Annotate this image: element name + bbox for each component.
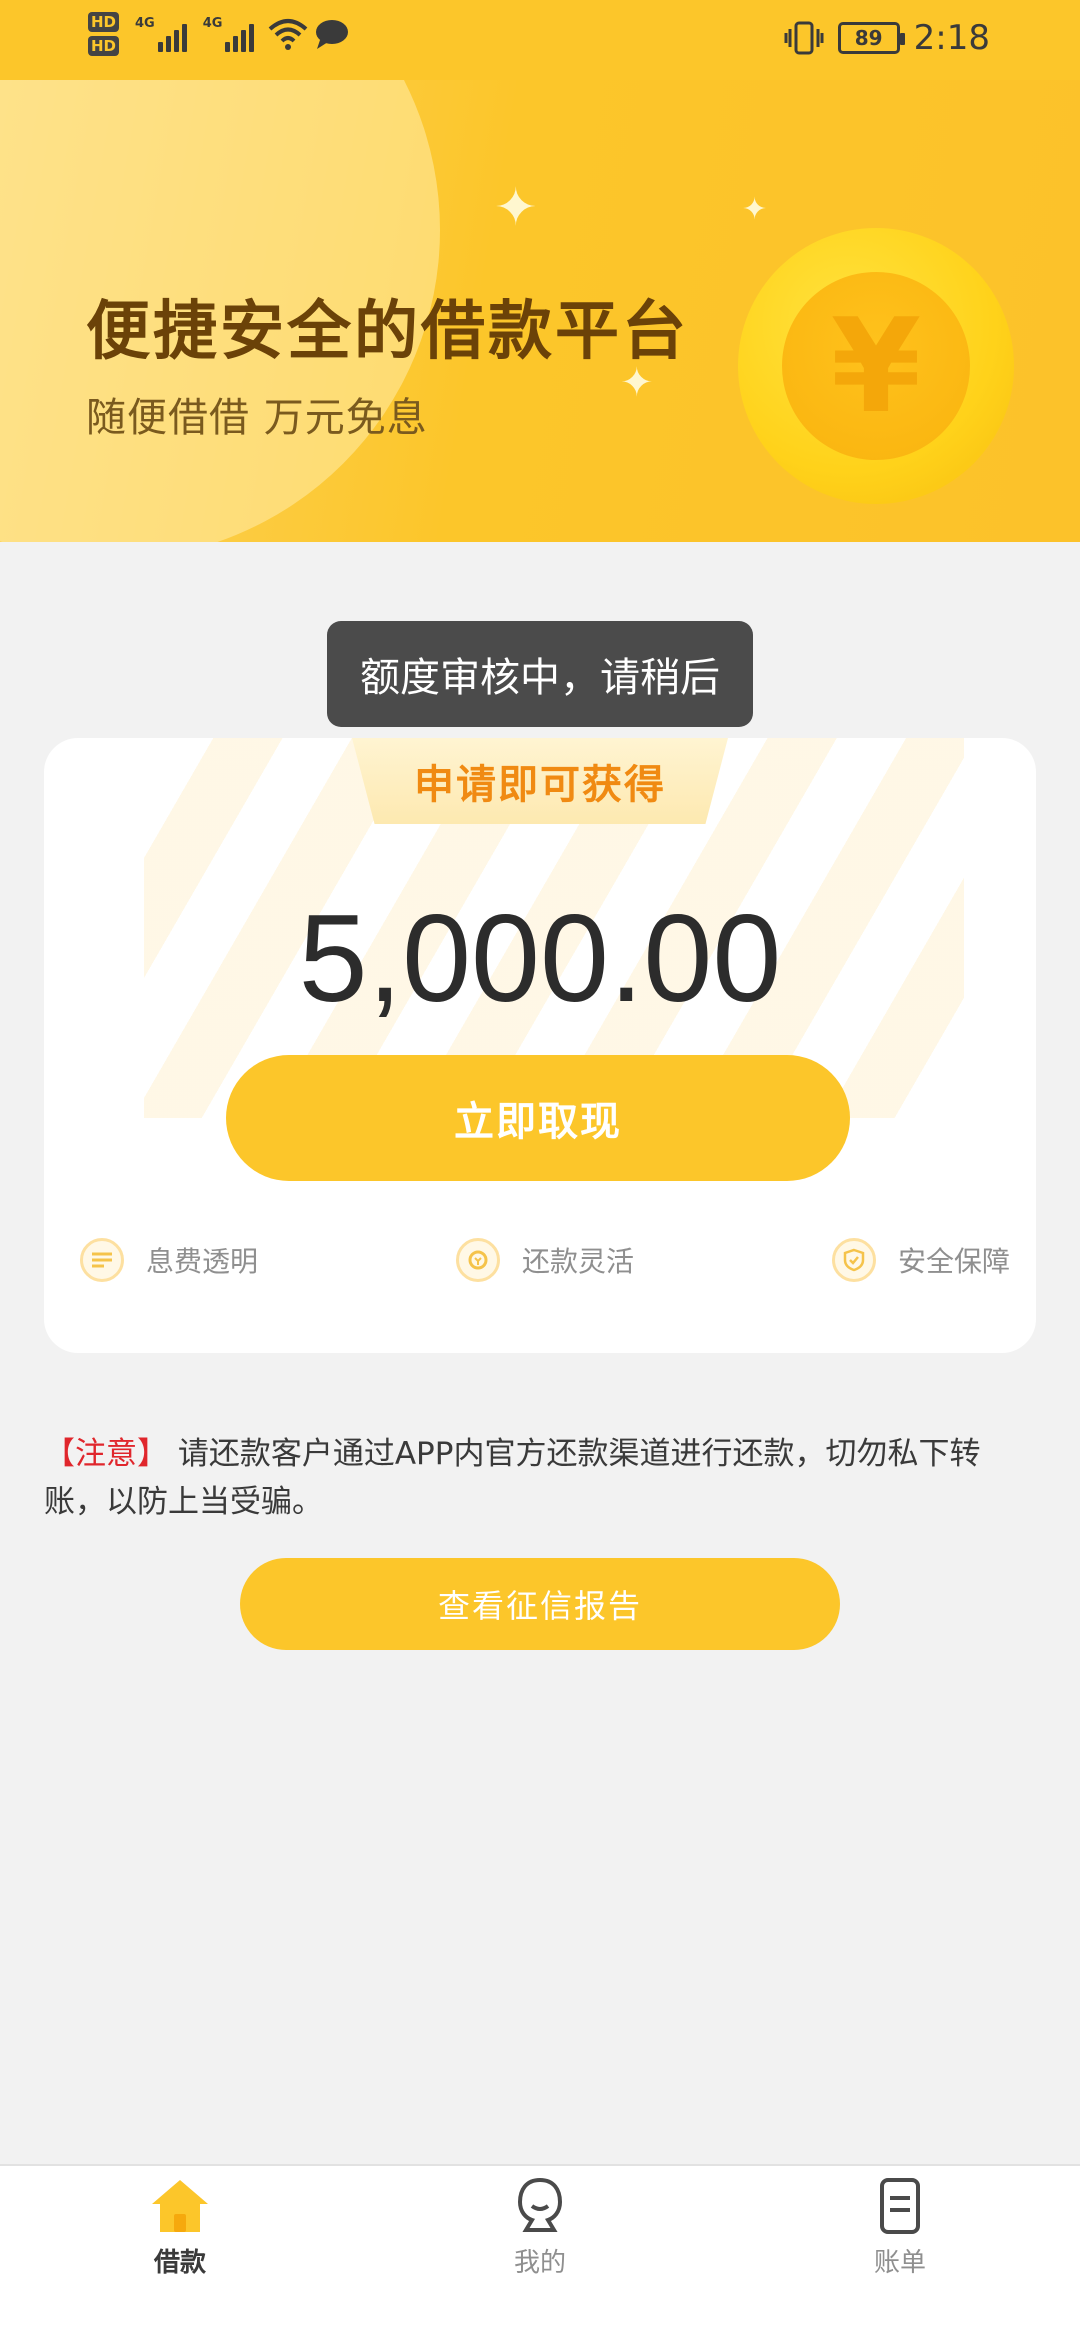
nav-item-loan[interactable]: 借款 — [0, 2166, 360, 2340]
signal-icon-sim2: 4G — [203, 16, 255, 52]
coin-icon: ¥ — [738, 228, 1014, 504]
feature-flexible-repay: 还款灵活 — [455, 1238, 634, 1282]
nav-item-mine[interactable]: 我的 — [360, 2166, 720, 2340]
status-right: 89 2:18 — [784, 18, 990, 58]
repay-icon — [455, 1238, 500, 1282]
hd-badge-2: HD — [88, 36, 120, 56]
credit-report-button[interactable]: 查看征信报告 — [240, 1558, 840, 1650]
feature-list: 息费透明 还款灵活 安全保障 — [80, 1238, 1010, 1282]
battery-level: 89 — [854, 26, 883, 50]
banner-title: 便捷安全的借款平台 — [86, 295, 689, 369]
message-icon — [316, 20, 349, 49]
notice-text: 请还款客户通过APP内官方还款渠道进行还款，切勿私下转账，以防上当受骗。 — [44, 1436, 981, 1520]
nav-label-bills: 账单 — [873, 2248, 926, 2278]
feature-label: 还款灵活 — [521, 1245, 634, 1278]
wifi-icon — [269, 19, 308, 50]
signal-icon-sim1: 4G — [135, 16, 187, 52]
feature-label: 息费透明 — [146, 1245, 259, 1278]
hero-banner: ✦ ✦ ✦ 便捷安全的借款平台 随便借借 万元免息 ¥ — [0, 80, 1080, 542]
feature-transparent-fees: 息费透明 — [80, 1238, 258, 1282]
network-type-label: 4G — [202, 16, 223, 31]
receipt-icon — [80, 1238, 124, 1282]
loan-amount: 5,000.00 — [298, 890, 782, 1028]
profile-icon — [517, 2177, 563, 2232]
feature-security: 安全保障 — [831, 1238, 1010, 1282]
apply-ribbon: 申请即可获得 — [352, 738, 728, 824]
battery-icon: 89 — [837, 22, 905, 54]
clock: 2:18 — [913, 18, 990, 58]
yen-icon: ¥ — [782, 272, 970, 460]
hd-badge-1: HD — [88, 12, 120, 32]
feature-label: 安全保障 — [897, 1245, 1010, 1278]
network-type-label: 4G — [135, 16, 155, 31]
notice-tag: 【注意】 — [44, 1436, 168, 1472]
bill-icon — [880, 2178, 920, 2234]
bottom-nav: 借款 我的 账单 — [0, 2164, 1080, 2340]
status-left: HD HD 4G 4G — [88, 12, 350, 56]
shield-icon — [831, 1238, 876, 1282]
nav-label-loan: 借款 — [153, 2248, 206, 2278]
sparkle-icon: ✦ — [742, 192, 768, 227]
review-toast: 额度审核中，请稍后 — [327, 621, 753, 727]
hd-indicators: HD HD — [88, 12, 120, 56]
repayment-notice: 【注意】 请还款客户通过APP内官方还款渠道进行还款，切勿私下转账，以防上当受骗… — [44, 1430, 1036, 1526]
loan-card: 申请即可获得 5,000.00 立即取现 息费透明 还款灵活 安全保障 — [44, 738, 1036, 1353]
nav-label-mine: 我的 — [513, 2248, 566, 2278]
sparkle-icon: ✦ — [494, 178, 538, 238]
nav-item-bills[interactable]: 账单 — [720, 2166, 1080, 2340]
status-bar: HD HD 4G 4G 89 2:18 — [0, 0, 1080, 80]
home-icon — [152, 2180, 208, 2232]
withdraw-button[interactable]: 立即取现 — [226, 1055, 850, 1181]
vibrate-icon — [784, 21, 824, 55]
banner-subtitle: 随便借借 万元免息 — [86, 395, 428, 441]
